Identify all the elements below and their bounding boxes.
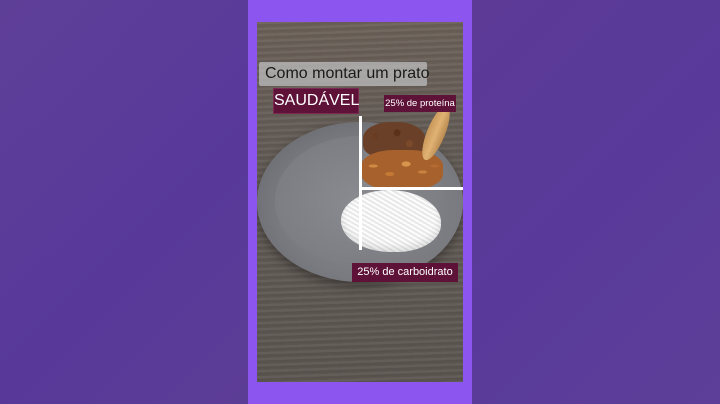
protein-caption: 25% de proteína — [384, 95, 456, 112]
video-title-caption: Como montar um prato — [259, 62, 430, 86]
plate-divider-vertical — [359, 116, 362, 250]
background-right — [472, 0, 720, 404]
video-subtitle-caption: SAUDÁVEL — [273, 88, 359, 114]
rice-image — [341, 190, 441, 252]
carb-caption: 25% de carboidrato — [352, 263, 458, 282]
background-left — [0, 0, 248, 404]
plate-divider-horizontal — [359, 187, 463, 190]
